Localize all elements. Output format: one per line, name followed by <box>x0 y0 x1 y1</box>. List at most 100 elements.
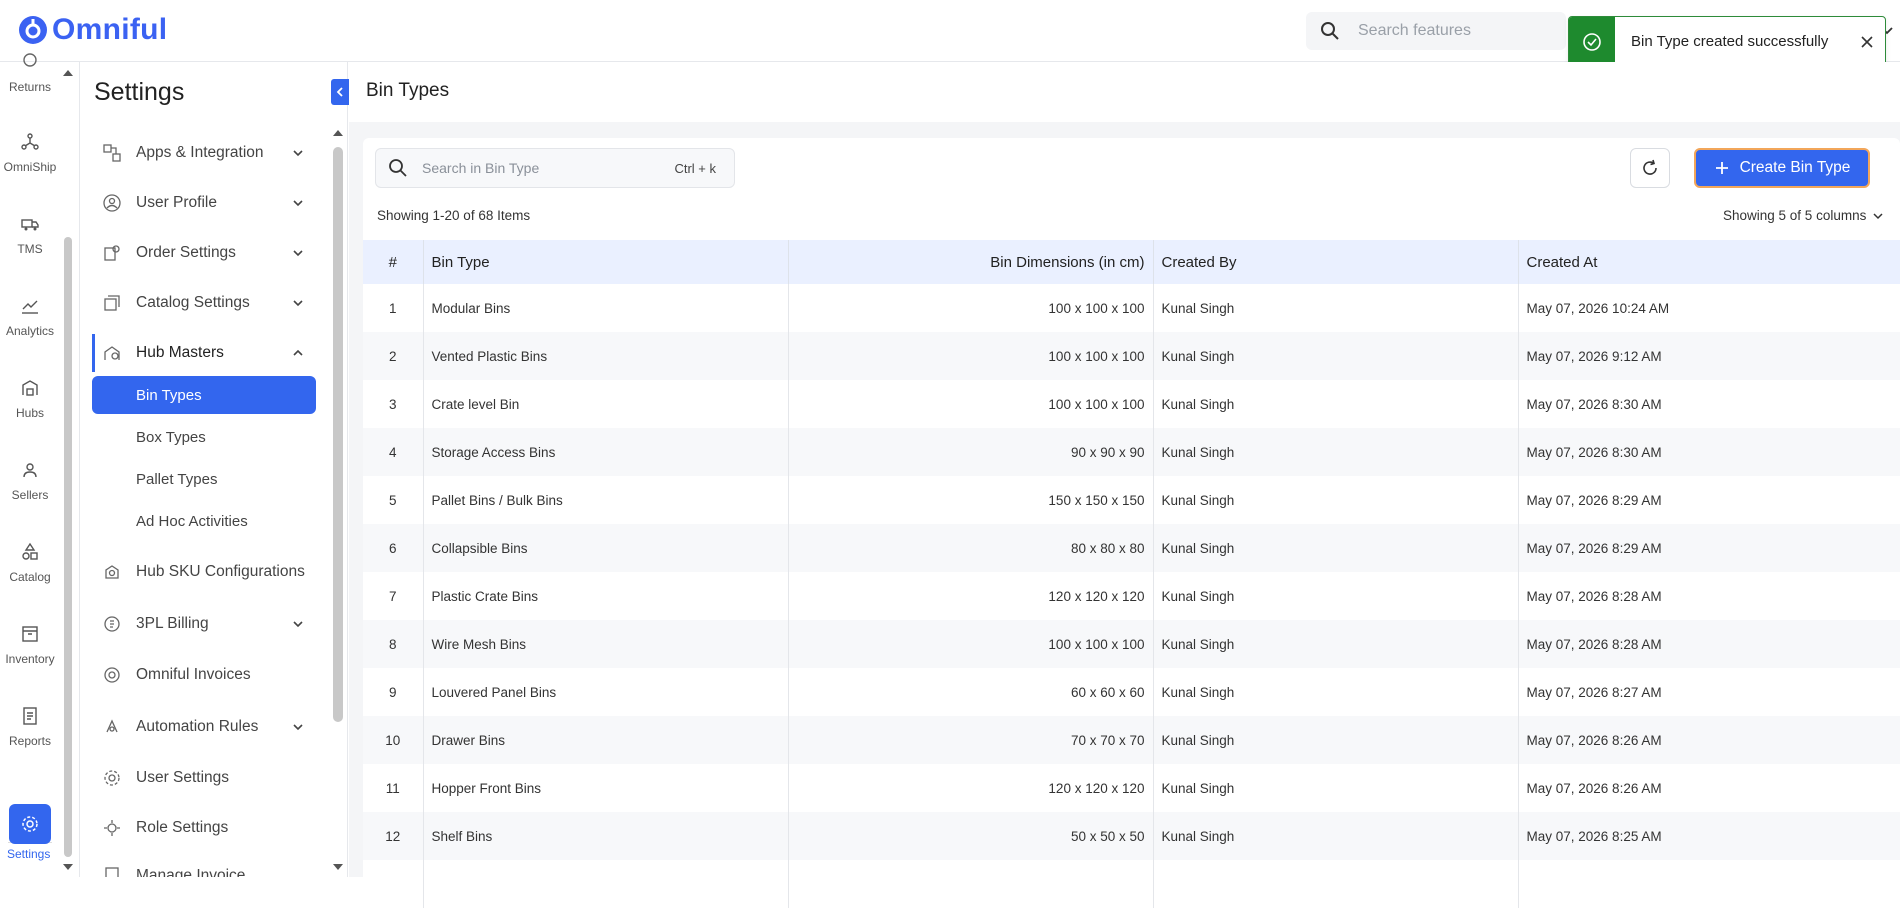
cell-bin-dimensions: 150 x 150 x 150 <box>788 476 1154 524</box>
rail-item-omniship[interactable]: OmniShip <box>0 132 60 174</box>
warehouse-icon <box>22 380 38 396</box>
nav-item-label: Automation Rules <box>136 718 259 735</box>
table-row[interactable] <box>363 860 1900 908</box>
sub-item-box-types[interactable]: Box Types <box>92 418 316 456</box>
cell-created-at: May 07, 2026 8:26 AM <box>1518 764 1900 812</box>
col-header-created-by[interactable]: Created By <box>1153 240 1519 284</box>
col-header-bin-type[interactable]: Bin Type <box>423 240 789 284</box>
feature-search-input[interactable]: Search features <box>1306 12 1566 50</box>
user-icon <box>23 463 37 478</box>
nav-item-manage-invoice[interactable]: Manage Invoice <box>92 857 316 877</box>
truck-icon <box>21 219 39 231</box>
nav-item-catalog-settings[interactable]: Catalog Settings <box>92 284 316 322</box>
cell-bin-dimensions: 80 x 80 x 80 <box>788 524 1154 572</box>
table-row[interactable]: 11 Hopper Front Bins 120 x 120 x 120 Kunal … <box>363 764 1900 812</box>
rail-item-analytics[interactable]: Analytics <box>0 296 60 338</box>
nav-item-hub-masters[interactable]: Hub Masters <box>92 334 316 372</box>
analytics-icon <box>22 300 38 314</box>
table-row[interactable]: 4 Storage Access Bins 90 x 90 x 90 Kunal Si… <box>363 428 1900 476</box>
cell-created-by <box>1153 860 1519 908</box>
table-row[interactable]: 6 Collapsible Bins 80 x 80 x 80 Kunal Singh… <box>363 524 1900 572</box>
hub-sku-icon <box>105 565 119 579</box>
scroll-down-icon[interactable] <box>332 862 344 872</box>
omniful-logo[interactable]: Omniful <box>18 13 167 47</box>
rail-item-sellers[interactable]: Sellers <box>0 460 60 502</box>
scroll-up-icon[interactable] <box>62 68 74 78</box>
close-icon <box>1861 35 1873 48</box>
nav-item-label: Omniful Invoices <box>136 666 251 683</box>
table-row[interactable]: 12 Shelf Bins 50 x 50 x 50 Kunal Singh May 0… <box>363 812 1900 860</box>
chevron-down-icon <box>293 200 303 207</box>
rail-item-inventory[interactable]: Inventory <box>0 624 60 666</box>
sub-item-pallet-types[interactable]: Pallet Types <box>92 460 316 498</box>
cell-created-at <box>1518 860 1900 908</box>
cell-index: 9 <box>363 668 424 716</box>
nav-item-user-profile[interactable]: User Profile <box>92 184 316 222</box>
rail-item-hubs[interactable]: Hubs <box>0 378 60 420</box>
cell-index: 6 <box>363 524 424 572</box>
rail-item-tms[interactable]: TMS <box>0 214 60 256</box>
cell-bin-type: Louvered Panel Bins <box>423 668 789 716</box>
table-row[interactable]: 1 Modular Bins 100 x 100 x 100 Kunal Singh M… <box>363 284 1900 332</box>
nav-item-3pl-billing[interactable]: 3PL Billing <box>92 605 316 643</box>
cell-created-by: Kunal Singh <box>1153 812 1519 860</box>
scroll-down-icon[interactable] <box>62 862 74 872</box>
sub-item-bin-types[interactable]: Bin Types <box>92 376 316 414</box>
rail-item-catalog[interactable]: Catalog <box>0 542 60 584</box>
scroll-up-icon[interactable] <box>332 128 344 138</box>
chevron-down-icon <box>1873 212 1883 219</box>
billing-icon <box>104 616 120 632</box>
table-row[interactable]: 2 Vented Plastic Bins 100 x 100 x 100 Kunal… <box>363 332 1900 380</box>
table-row[interactable]: 8 Wire Mesh Bins 100 x 100 x 100 Kunal Sing… <box>363 620 1900 668</box>
collapse-panel-button[interactable] <box>331 79 349 105</box>
chevron-down-icon <box>293 150 303 157</box>
column-selector-dropdown[interactable]: Showing 5 of 5 columns <box>1723 208 1884 223</box>
page-title: Bin Types <box>366 80 450 101</box>
rail-scrollbar[interactable] <box>64 237 72 857</box>
create-bin-type-button[interactable]: Create Bin Type <box>1694 148 1870 188</box>
nav-item-automation-rules[interactable]: Automation Rules <box>92 708 316 746</box>
rail-item-returns[interactable]: Returns <box>0 52 60 94</box>
sub-item-ad-hoc-activities[interactable]: Ad Hoc Activities <box>92 502 316 540</box>
cell-created-by: Kunal Singh <box>1153 284 1519 332</box>
col-header-index[interactable]: # <box>363 240 424 284</box>
nav-item-order-settings[interactable]: Order Settings <box>92 234 316 272</box>
cell-created-at: May 07, 2026 8:26 AM <box>1518 716 1900 764</box>
rail-item-settings[interactable] <box>9 804 51 844</box>
toast-close-button[interactable] <box>1849 35 1885 49</box>
cell-bin-dimensions: 90 x 90 x 90 <box>788 428 1154 476</box>
order-settings-icon <box>104 245 120 261</box>
table-header-row: # Bin Type Bin Dimensions (in cm) Create… <box>363 240 1900 284</box>
bin-types-card: Search in Bin Type Ctrl + k Showing 1-20… <box>363 138 1900 908</box>
col-header-bin-dimensions[interactable]: Bin Dimensions (in cm) <box>788 240 1154 284</box>
nav-item-hub-sku-configurations[interactable]: Hub SKU Configurations <box>92 553 316 591</box>
bin-types-table: # Bin Type Bin Dimensions (in cm) Create… <box>363 240 1900 908</box>
nav-item-omniful-invoices[interactable]: Omniful Invoices <box>92 656 316 694</box>
rail-item-reports[interactable]: Reports <box>0 706 60 748</box>
nav-item-user-settings[interactable]: User Settings <box>92 759 316 797</box>
settings-scrollbar[interactable] <box>333 147 343 722</box>
cell-created-by: Kunal Singh <box>1153 620 1519 668</box>
cell-bin-type: Vented Plastic Bins <box>423 332 789 380</box>
toast-message: Bin Type created successfully <box>1631 33 1829 50</box>
manage-invoice-icon <box>105 867 119 877</box>
cell-created-at: May 07, 2026 8:28 AM <box>1518 572 1900 620</box>
table-row[interactable]: 7 Plastic Crate Bins 120 x 120 x 120 Kunal … <box>363 572 1900 620</box>
table-row[interactable]: 3 Crate level Bin 100 x 100 x 100 Kunal Sin… <box>363 380 1900 428</box>
table-row[interactable]: 10 Drawer Bins 70 x 70 x 70 Kunal Singh May … <box>363 716 1900 764</box>
bin-type-search-input[interactable]: Search in Bin Type Ctrl + k <box>375 148 735 188</box>
col-header-created-at[interactable]: Created At <box>1518 240 1900 284</box>
cell-bin-type: Storage Access Bins <box>423 428 789 476</box>
nav-item-apps-integration[interactable]: Apps & Integration <box>92 134 316 172</box>
chevron-down-icon <box>293 724 303 731</box>
refresh-button[interactable] <box>1630 148 1670 188</box>
user-circle-icon <box>103 194 121 212</box>
rail-item-label: OmniShip <box>3 160 57 174</box>
hub-masters-icon <box>104 346 120 360</box>
cell-bin-type: Hopper Front Bins <box>423 764 789 812</box>
chevron-left-icon <box>336 87 343 97</box>
logo-text: Omniful <box>52 13 168 46</box>
table-row[interactable]: 9 Louvered Panel Bins 60 x 60 x 60 Kunal Si… <box>363 668 1900 716</box>
nav-item-role-settings[interactable]: Role Settings <box>92 809 316 847</box>
table-row[interactable]: 5 Pallet Bins / Bulk Bins 150 x 150 x 150 K… <box>363 476 1900 524</box>
